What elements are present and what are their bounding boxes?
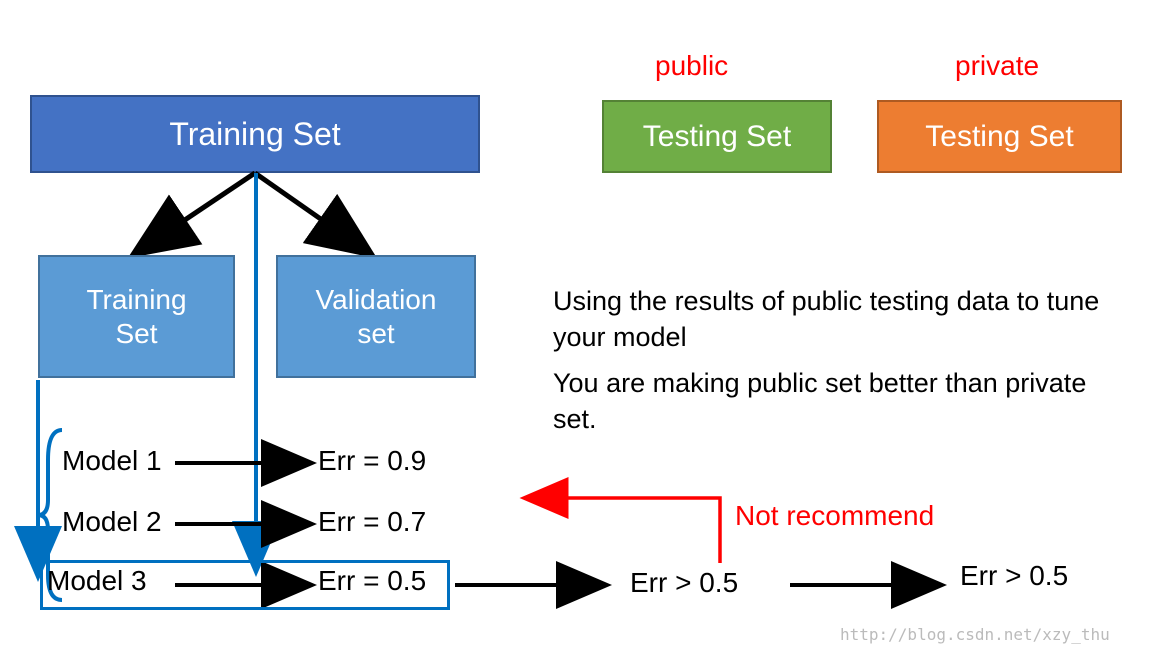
training-subset-label: Training Set: [86, 283, 186, 350]
validation-set-box: Validation set: [276, 255, 476, 378]
private-err: Err > 0.5: [960, 560, 1068, 592]
model1-label: Model 1: [62, 445, 162, 477]
model1-err: Err = 0.9: [318, 445, 426, 477]
not-recommend-label: Not recommend: [735, 500, 934, 532]
training-subset-box: Training Set: [38, 255, 235, 378]
model3-highlight-box: [40, 560, 450, 610]
model2-err: Err = 0.7: [318, 506, 426, 538]
watermark: http://blog.csdn.net/xzy_thu: [840, 625, 1110, 644]
public-err: Err > 0.5: [630, 567, 738, 599]
validation-set-label: Validation set: [316, 283, 437, 350]
model2-label: Model 2: [62, 506, 162, 538]
side-text-1: Using the results of public testing data…: [553, 283, 1133, 356]
side-text-2: You are making public set better than pr…: [553, 365, 1113, 438]
